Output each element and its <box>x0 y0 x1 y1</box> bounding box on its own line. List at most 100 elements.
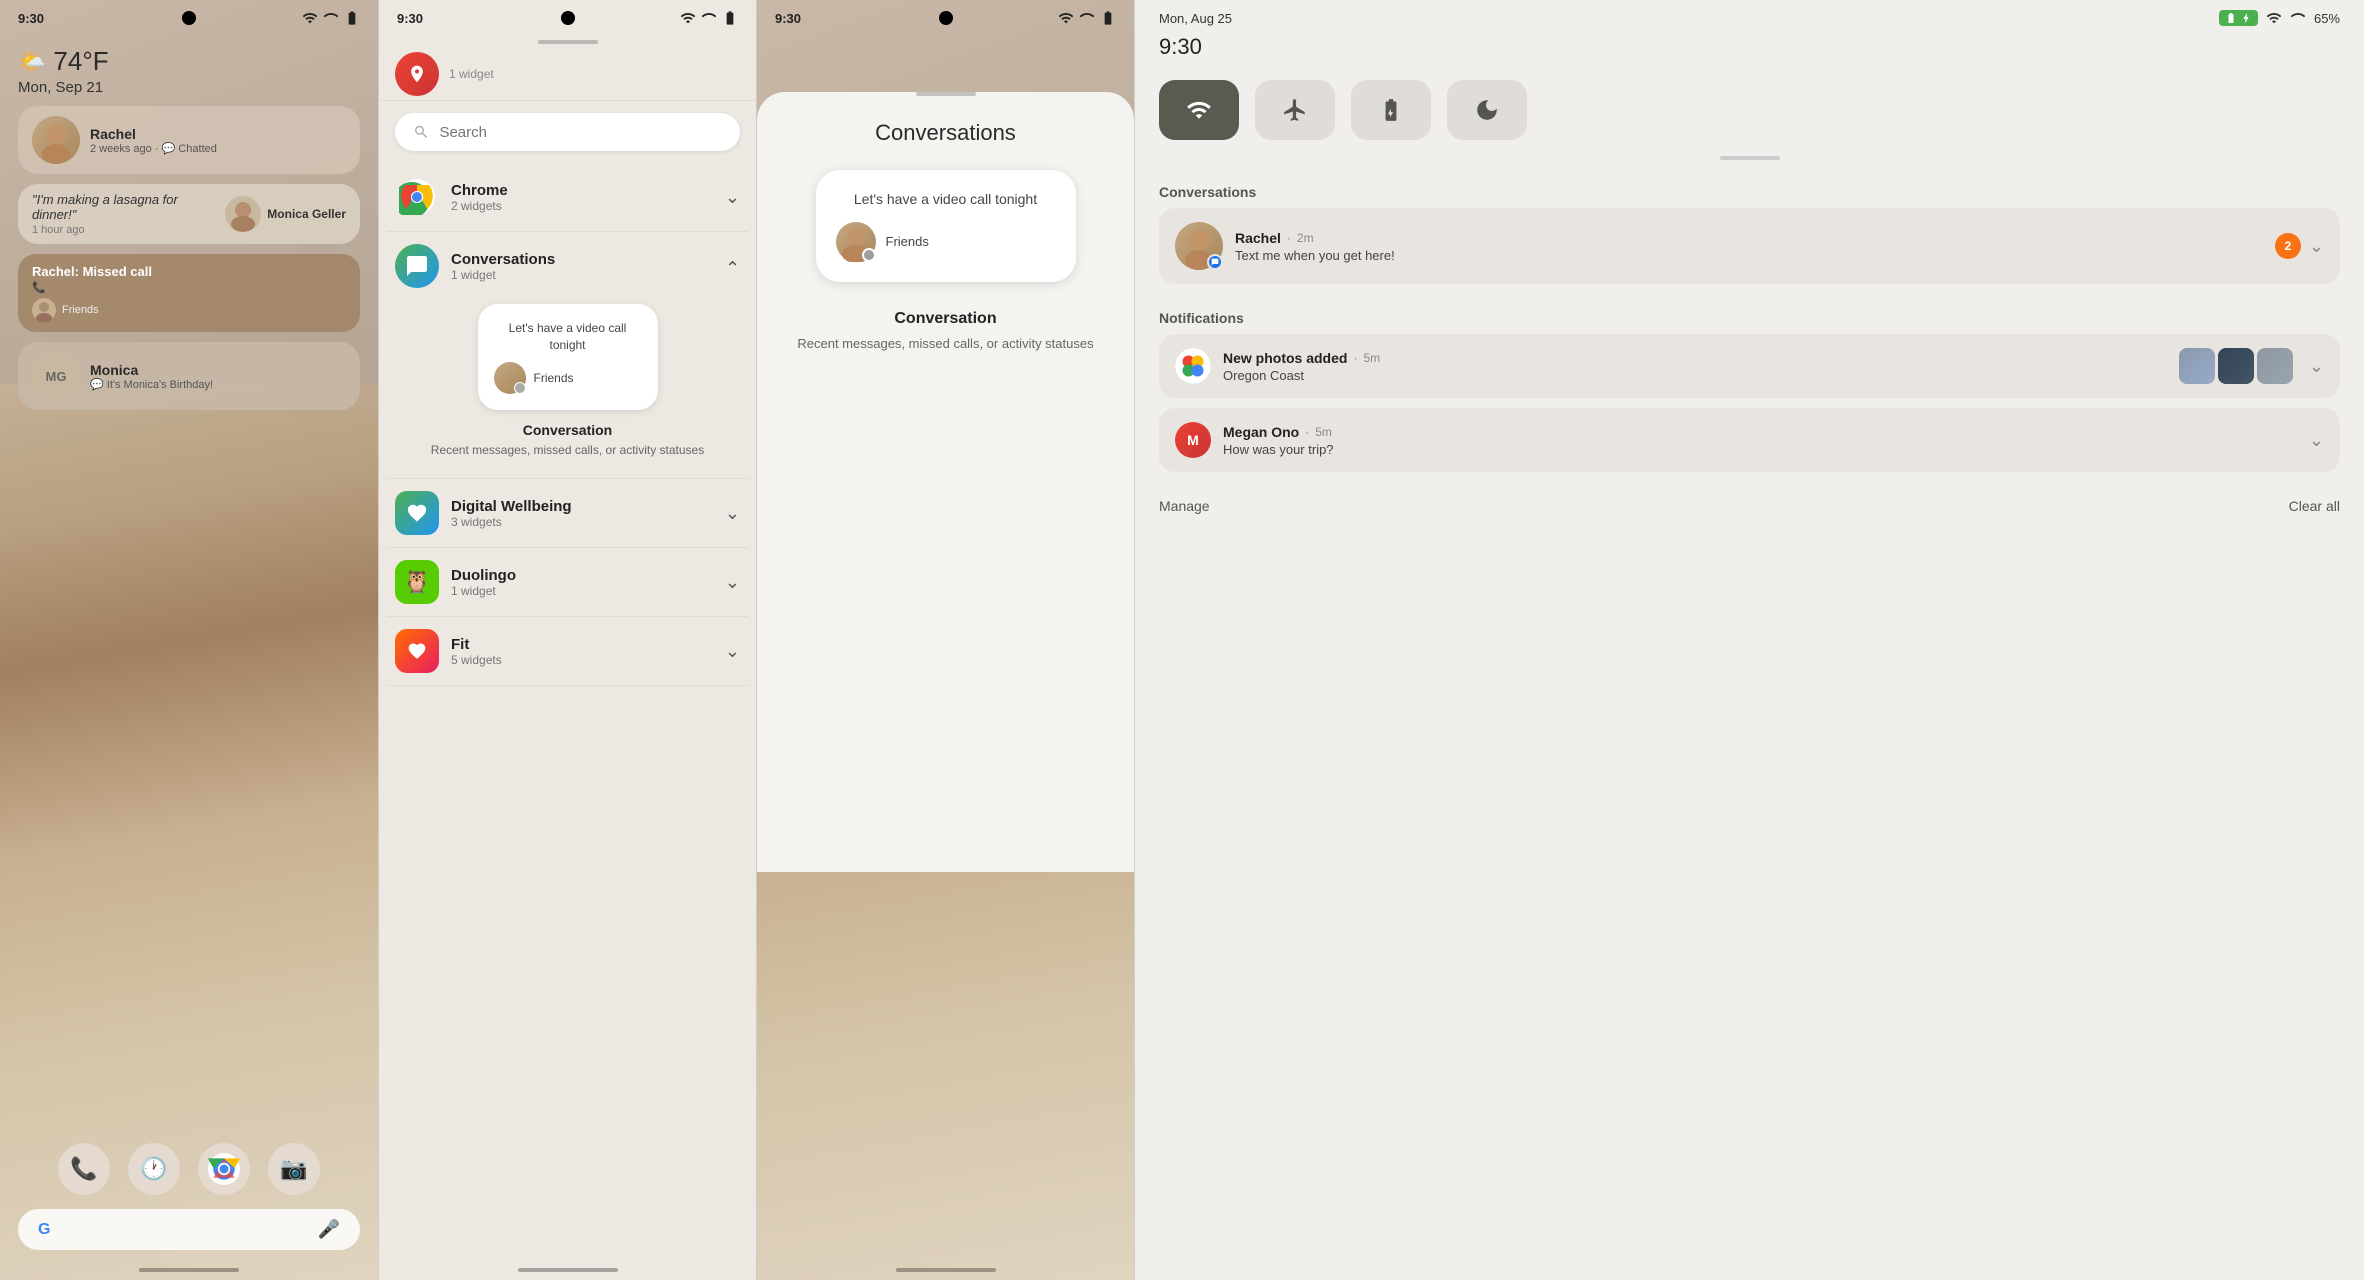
dark-mode-tile[interactable] <box>1447 80 1527 140</box>
weather-block: 🌤️ 74°F Mon, Sep 21 <box>18 46 360 96</box>
conversations-widget-header[interactable]: Conversations 1 widget ⌄ <box>395 244 740 288</box>
status-bar-2: 9:30 <box>379 0 756 32</box>
preview-avatar-row: Friends <box>494 362 642 394</box>
dark-mode-tile-icon <box>1474 97 1500 123</box>
rachel-expand-icon[interactable]: ⌄ <box>2309 236 2324 257</box>
chrome-widget-header[interactable]: Chrome 2 widgets ⌄ <box>395 175 740 219</box>
rachel-notif-avatar <box>1175 222 1223 270</box>
manage-button[interactable]: Manage <box>1159 498 1210 514</box>
conversations-section: Conversations Rachel · 2m Text me when y… <box>1135 176 2364 302</box>
home-content: 🌤️ 74°F Mon, Sep 21 Rachel 2 weeks ago ·… <box>0 46 378 410</box>
status-icons-3 <box>1058 10 1116 26</box>
chrome-chevron: ⌄ <box>725 187 740 208</box>
airplane-tile-icon <box>1282 97 1308 123</box>
bolt-icon <box>2240 12 2252 24</box>
conversations-icon-svg <box>405 254 429 278</box>
conversations-preview-area: Let's have a video call tonight Friends … <box>395 288 740 466</box>
conv-preview-avatar <box>836 222 876 262</box>
rachel-notif-content: Rachel · 2m Text me when you get here! <box>1235 230 2263 263</box>
notifications-section-title: Notifications <box>1159 310 2340 326</box>
rachel-subtext: 2 weeks ago · 💬 Chatted <box>90 142 217 155</box>
photos-icon <box>1175 348 1211 384</box>
digital-wellbeing-item: Digital Wellbeing 3 widgets ⌄ <box>387 479 748 548</box>
airplane-tile[interactable] <box>1255 80 1335 140</box>
conversations-detail-screen: 9:30 Conversations Let's have a video ca… <box>756 0 1134 1280</box>
rachel-notif-time: 2m <box>1297 231 1314 245</box>
monica-msg-text: "I'm making a lasagna for dinner!" <box>32 192 215 222</box>
widget-picker-screen: 9:30 1 widget <box>378 0 756 1280</box>
notification-panel-screen: Mon, Aug 25 65% 9:30 Conversations <box>1134 0 2364 1280</box>
status-icons-1 <box>302 10 360 26</box>
notif-manage-row: Manage Clear all <box>1135 490 2364 522</box>
fit-app-info: Fit 5 widgets <box>395 629 502 673</box>
battery-green-icon <box>2225 12 2237 24</box>
conversations-preview-card[interactable]: Let's have a video call tonight Friends <box>478 304 658 410</box>
phone-icon[interactable]: 📞 <box>58 1143 110 1195</box>
status-bar-1: 9:30 <box>0 0 378 32</box>
home-indicator-1 <box>139 1268 239 1272</box>
rachel-avatar-svg <box>32 116 80 164</box>
monica-birthday-bubble[interactable]: MG Monica 💬 It's Monica's Birthday! <box>18 342 360 410</box>
monica-birthday-info: Monica 💬 It's Monica's Birthday! <box>90 362 213 391</box>
battery-saver-tile[interactable] <box>1351 80 1431 140</box>
dw-label: Digital Wellbeing 3 widgets <box>451 498 572 529</box>
chrome-app-info: Chrome 2 widgets <box>395 175 508 219</box>
clock-icon[interactable]: 🕐 <box>128 1143 180 1195</box>
widget-list: Chrome 2 widgets ⌄ Conversations 1 widge… <box>379 163 756 686</box>
megan-expand-icon[interactable]: ⌄ <box>2309 430 2324 451</box>
google-search-bar[interactable]: G 🎤 <box>18 1209 360 1250</box>
google-photos-icon <box>1175 348 1211 384</box>
search-bar-container <box>379 101 756 163</box>
search-icon <box>413 123 429 141</box>
photos-notif-dot: · <box>1353 351 1357 365</box>
battery-icon-2 <box>722 10 738 26</box>
rachel-notif-card[interactable]: Rachel · 2m Text me when you get here! 2… <box>1159 208 2340 284</box>
missed-call-bubble[interactable]: Rachel: Missed call 📞 Friends <box>18 254 360 332</box>
preview-avatar <box>494 362 526 394</box>
monica-msg-sender: Monica Geller <box>225 196 346 232</box>
monica-msg-bubble[interactable]: "I'm making a lasagna for dinner!" 1 hou… <box>18 184 360 244</box>
wifi-tile-icon <box>1186 97 1212 123</box>
top-partial-label: 1 widget <box>449 67 494 81</box>
search-input[interactable] <box>439 124 722 141</box>
chrome-icon-dock <box>208 1153 240 1185</box>
camera-dot-3 <box>939 11 953 25</box>
photos-notif-card[interactable]: New photos added · 5m Oregon Coast ⌄ <box>1159 334 2340 398</box>
preview-msg: Let's have a video call tonight <box>494 320 642 354</box>
battery-percent: 65% <box>2314 11 2340 26</box>
duolingo-header[interactable]: 🦉 Duolingo 1 widget ⌄ <box>395 560 740 604</box>
clear-all-button[interactable]: Clear all <box>2289 498 2340 514</box>
fit-header[interactable]: Fit 5 widgets ⌄ <box>395 629 740 673</box>
signal-icon-1 <box>323 10 339 26</box>
dock-icons: 📞 🕐 📷 <box>58 1143 320 1195</box>
photos-notif-header: New photos added · 5m <box>1223 350 2159 366</box>
photos-expand-icon[interactable]: ⌄ <box>2309 356 2324 377</box>
photos-notif-time: 5m <box>1363 351 1380 365</box>
megan-notif-header: Megan Ono · 5m <box>1223 424 2293 440</box>
gmail-icon: M <box>1175 422 1211 458</box>
duolingo-label: Duolingo 1 widget <box>451 567 516 598</box>
chrome-dock-icon[interactable] <box>198 1143 250 1195</box>
search-bar[interactable] <box>395 113 740 151</box>
rachel-notif-badge <box>1207 254 1223 270</box>
rachel-bubble[interactable]: Rachel 2 weeks ago · 💬 Chatted <box>18 106 360 174</box>
digital-wellbeing-header[interactable]: Digital Wellbeing 3 widgets ⌄ <box>395 491 740 535</box>
fit-icon-svg <box>407 641 427 661</box>
camera-icon[interactable]: 📷 <box>268 1143 320 1195</box>
wifi-tile[interactable] <box>1159 80 1239 140</box>
mic-icon[interactable]: 🎤 <box>318 1219 340 1240</box>
time-2: 9:30 <box>397 11 423 26</box>
missed-call-title: Rachel: Missed call <box>32 264 346 279</box>
conv-widget-preview[interactable]: Let's have a video call tonight Friends <box>816 170 1076 282</box>
status-bar-3: 9:30 <box>757 0 1134 32</box>
megan-notif-card[interactable]: M Megan Ono · 5m How was your trip? ⌄ <box>1159 408 2340 472</box>
conversations-title: Conversations <box>777 120 1114 146</box>
drag-bar-3 <box>916 92 976 96</box>
dw-icon <box>395 491 439 535</box>
fit-chevron: ⌄ <box>725 641 740 662</box>
monica-msg-time: 1 hour ago <box>32 224 215 236</box>
conv-desc: Conversation Recent messages, missed cal… <box>797 310 1093 354</box>
wifi-icon-2 <box>680 10 696 26</box>
conv-preview-group: Friends <box>886 234 929 249</box>
battery-green <box>2219 10 2258 26</box>
